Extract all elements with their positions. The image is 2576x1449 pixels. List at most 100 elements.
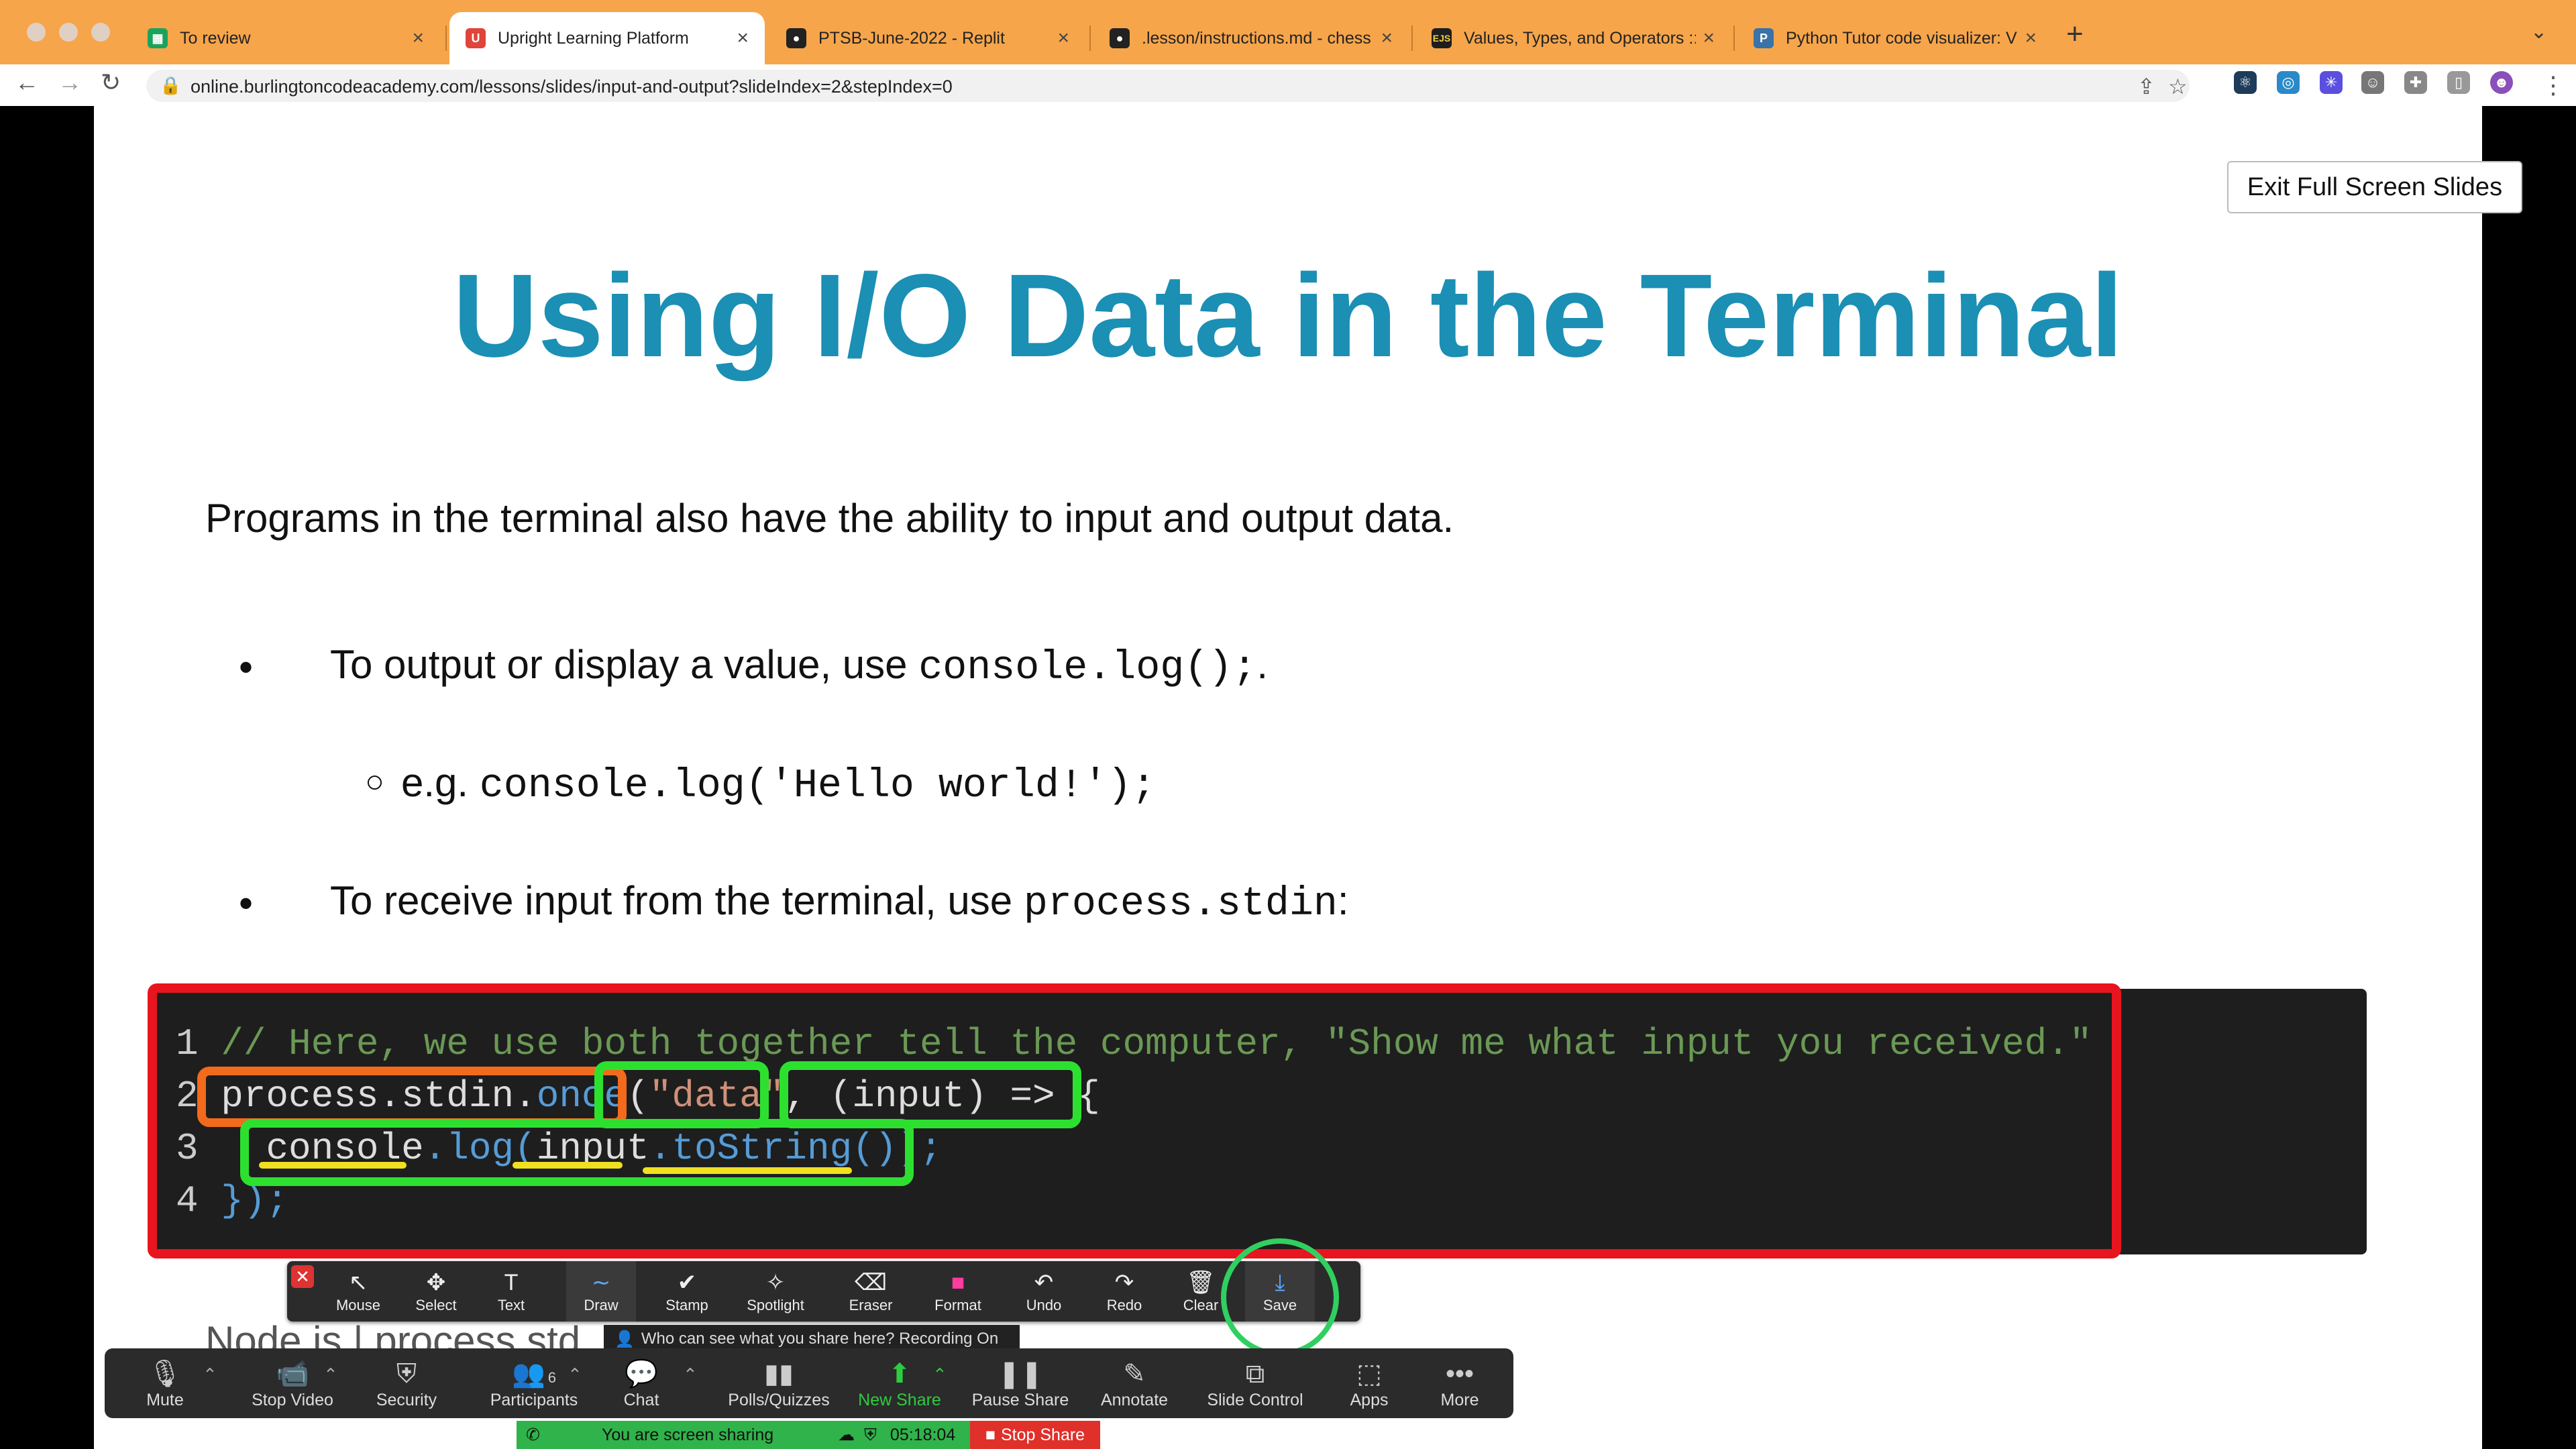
sub-bullet-circle: ○ [365, 764, 384, 800]
close-annotation-icon[interactable]: ✕ [291, 1265, 314, 1288]
annotate-spotlight-button[interactable]: ✧ Spotlight [741, 1261, 810, 1322]
chevron-down-icon[interactable]: ⌄ [2530, 20, 2547, 44]
tab-instructions[interactable]: ● .lesson/instructions.md - chess × [1093, 12, 1409, 64]
close-tab-icon[interactable]: × [737, 27, 749, 50]
close-tab-icon[interactable]: × [412, 27, 424, 50]
star-icon[interactable]: ☆ [2168, 74, 2188, 99]
phone-icon: ✆ [526, 1426, 540, 1444]
text-icon: T [504, 1270, 519, 1295]
annotation-green-box [594, 1061, 769, 1128]
move-icon: ✥ [426, 1270, 446, 1295]
eraser-icon: ⌫ [854, 1270, 888, 1295]
annotate-undo-button[interactable]: ↶ Undo [1009, 1261, 1079, 1322]
annotate-text-button[interactable]: T Text [476, 1261, 546, 1322]
share-up-icon: ⬆ [888, 1358, 911, 1389]
lock-icon[interactable]: 🔒 [160, 75, 181, 96]
close-window-button[interactable] [27, 23, 46, 42]
mute-button[interactable]: 🎙 Mute [131, 1348, 199, 1418]
poll-icon: ▮▮ [763, 1358, 794, 1389]
draw-squiggle-icon: ∼ [591, 1270, 611, 1295]
pencil-icon: ✎ [1123, 1358, 1146, 1389]
tab-python-tutor[interactable]: P Python Tutor code visualizer: V × [1737, 12, 2053, 64]
extension-icon[interactable]: ☺ [2361, 71, 2384, 94]
bullet-input: To receive input from the terminal, use … [330, 878, 1349, 927]
annotation-toolbar: ↖ Mouse ✥ Select T Text ∼ Draw ✔ Stamp ✧ Spotl… [287, 1261, 1360, 1322]
tab-replit[interactable]: ● PTSB-June-2022 - Replit × [770, 12, 1085, 64]
chevron-up-icon[interactable]: ⌃ [683, 1364, 698, 1385]
annotate-redo-button[interactable]: ↷ Redo [1089, 1261, 1159, 1322]
intro-text: Programs in the terminal also have the a… [205, 496, 1454, 541]
avatar[interactable]: ☻ [2490, 71, 2513, 94]
chevron-up-icon[interactable]: ⌃ [568, 1364, 582, 1385]
pause-icon: ❚❚ [998, 1358, 1043, 1389]
share-icon[interactable]: ⇪ [2137, 74, 2155, 99]
tab-title: Values, Types, and Operators :: [1464, 28, 1697, 48]
puzzle-icon[interactable]: ✚ [2404, 71, 2427, 94]
pause-share-button[interactable]: ❚❚ Pause Share [957, 1348, 1084, 1418]
minimize-window-button[interactable] [59, 23, 78, 42]
annotate-select-button[interactable]: ✥ Select [401, 1261, 471, 1322]
click-highlight-ring [1221, 1238, 1339, 1356]
chevron-up-icon[interactable]: ⌃ [203, 1364, 217, 1385]
wand-icon: ✧ [765, 1270, 786, 1295]
annotate-eraser-button[interactable]: ⌫ Eraser [836, 1261, 906, 1322]
chat-button[interactable]: 💬 Chat [601, 1348, 682, 1418]
extension-icon[interactable]: ◎ [2277, 71, 2300, 94]
tab-values-types[interactable]: EJS Values, Types, and Operators :: × [1415, 12, 1731, 64]
participant-count: 6 [547, 1368, 557, 1386]
upright-icon: U [466, 28, 486, 48]
url-text[interactable]: online.burlingtoncodeacademy.com/lessons… [191, 76, 953, 97]
annotate-mouse-button[interactable]: ↖ Mouse [323, 1261, 393, 1322]
annotate-button[interactable]: ✎ Annotate [1084, 1348, 1185, 1418]
back-icon[interactable]: ← [15, 68, 39, 97]
annotation-yellow-underline [259, 1162, 407, 1169]
chevron-up-icon[interactable]: ⌃ [323, 1364, 338, 1385]
forward-icon[interactable]: → [58, 68, 82, 97]
annotate-format-button[interactable]: ■ Format [923, 1261, 993, 1322]
sub-bullet-example: e.g. console.log('Hello world!'); [401, 760, 1156, 809]
shield-check-icon: ⛨ [864, 1425, 877, 1444]
close-tab-icon[interactable]: × [1703, 27, 1715, 50]
stop-icon: ■ [985, 1425, 996, 1444]
extension-icon[interactable]: ⚛ [2234, 71, 2257, 94]
annotation-yellow-underline [513, 1162, 623, 1169]
security-button[interactable]: ⛨ Security [360, 1348, 453, 1418]
reload-icon[interactable]: ↻ [101, 68, 121, 97]
annotate-draw-button[interactable]: ∼ Draw [566, 1261, 636, 1322]
stop-share-button[interactable]: ■ Stop Share [970, 1421, 1100, 1449]
tab-title: Upright Learning Platform [498, 28, 689, 48]
redo-icon: ↷ [1114, 1270, 1134, 1295]
apps-icon: ⬚ [1356, 1358, 1382, 1389]
tab-title: To review [180, 28, 251, 48]
close-tab-icon[interactable]: × [2025, 27, 2037, 50]
apps-button[interactable]: ⬚ Apps [1332, 1348, 1406, 1418]
annotation-orange-box [197, 1067, 627, 1127]
bullet-dot: • [239, 881, 254, 926]
slide-control-button[interactable]: ⧉ Slide Control [1185, 1348, 1326, 1418]
chevron-up-icon[interactable]: ⌃ [932, 1364, 947, 1385]
slide-title: Using I/O Data in the Terminal [452, 250, 2124, 382]
more-button[interactable]: ••• More [1419, 1348, 1500, 1418]
maximize-window-button[interactable] [91, 23, 110, 42]
slide-control-icon: ⧉ [1245, 1358, 1265, 1389]
cursor-arrow-icon: ↖ [348, 1270, 368, 1295]
close-tab-icon[interactable]: × [1057, 27, 1069, 50]
close-tab-icon[interactable]: × [1381, 27, 1393, 50]
tab-to-review[interactable]: ▦ To review × [131, 12, 440, 64]
tab-title: Python Tutor code visualizer: V [1786, 28, 2017, 48]
kebab-menu-icon[interactable]: ⋮ [2541, 71, 2565, 99]
exit-full-screen-button[interactable]: Exit Full Screen Slides [2227, 161, 2522, 213]
sheets-icon: ▦ [148, 28, 168, 48]
sidebar-icon[interactable]: ▯ [2447, 71, 2470, 94]
person-icon: 👤 [614, 1330, 635, 1348]
tab-upright-learning[interactable]: U Upright Learning Platform × [449, 12, 765, 64]
trash-icon: 🗑 [1186, 1270, 1216, 1295]
new-tab-icon[interactable]: + [2066, 17, 2084, 51]
tab-strip: ▦ To review × U Upright Learning Platfor… [0, 0, 2576, 64]
polls-quizzes-button[interactable]: ▮▮ Polls/Quizzes [715, 1348, 843, 1418]
shield-icon: ⛨ [396, 1358, 417, 1389]
annotation-green-box [240, 1119, 914, 1186]
annotate-stamp-button[interactable]: ✔ Stamp [652, 1261, 722, 1322]
extension-icon[interactable]: ✳ [2320, 71, 2343, 94]
address-bar[interactable]: 🔒 online.burlingtoncodeacademy.com/lesso… [146, 70, 2190, 102]
